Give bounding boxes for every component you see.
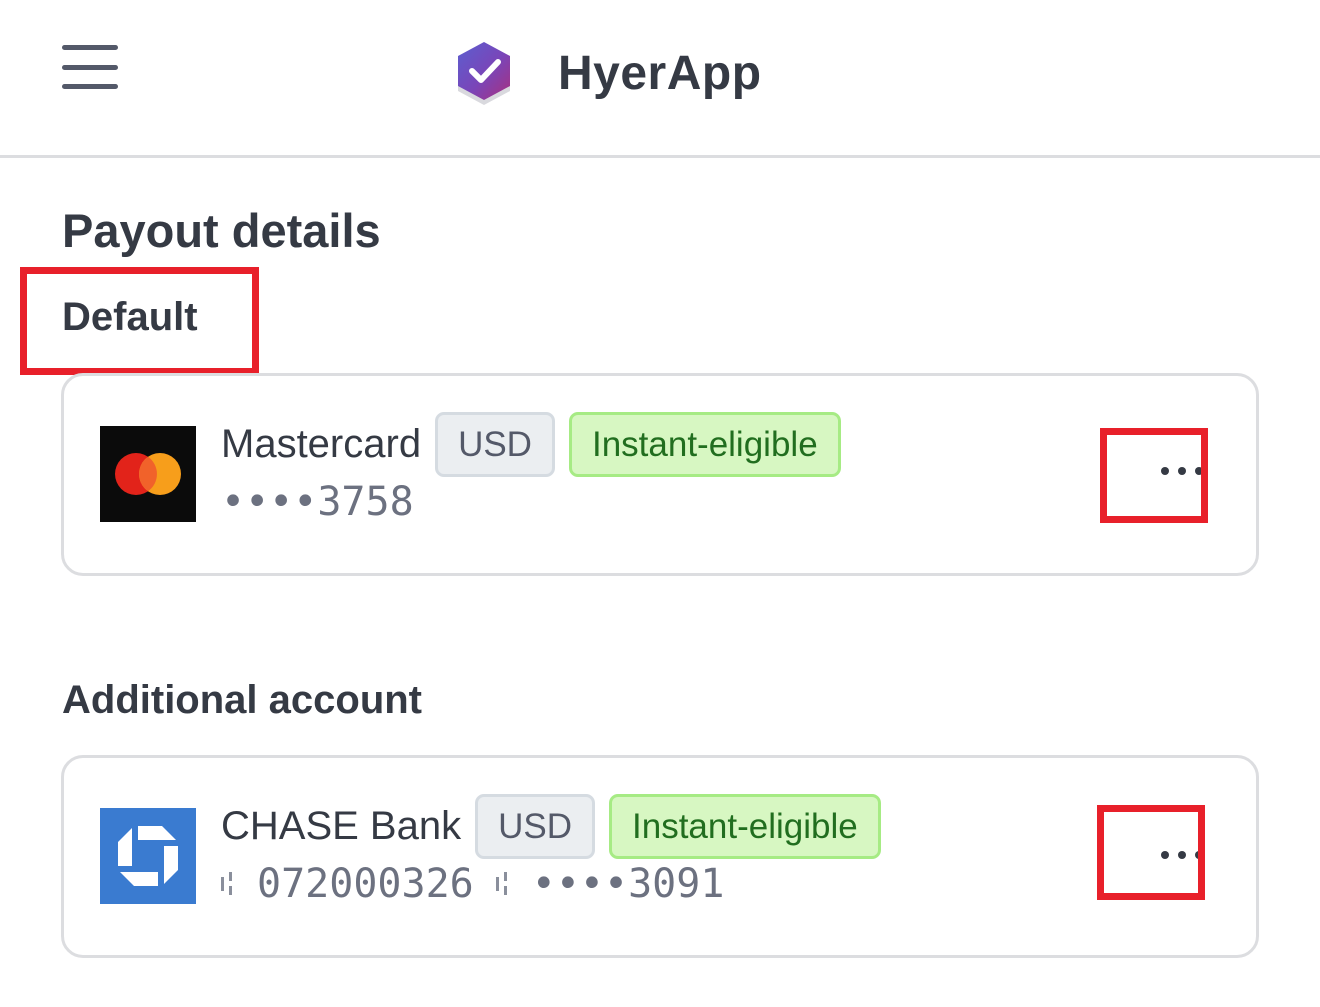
- section-label-additional: Additional account: [62, 678, 422, 722]
- app-name: HyerApp: [558, 46, 762, 100]
- menu-line: [62, 84, 118, 89]
- account-name: Mastercard: [221, 422, 422, 466]
- instant-eligible-badge: Instant-eligible: [609, 794, 881, 859]
- account-info: CHASE Bank USD Instant-eligible 07200032…: [221, 794, 881, 907]
- account-number-row: 072000326 ••••3091: [221, 861, 881, 907]
- mastercard-logo-icon: [100, 426, 196, 522]
- masked-account-number: ••••3091: [531, 861, 725, 907]
- routing-number: 072000326: [257, 861, 474, 907]
- top-navigation-bar: HyerApp: [0, 0, 1320, 158]
- page-title: Payout details: [62, 204, 381, 257]
- account-number-icon: [495, 872, 507, 895]
- account-title-row: CHASE Bank USD Instant-eligible: [221, 794, 881, 859]
- account-title-row: Mastercard USD Instant-eligible: [221, 412, 841, 477]
- payout-account-card-additional[interactable]: CHASE Bank USD Instant-eligible 07200032…: [61, 755, 1259, 958]
- menu-line: [62, 45, 118, 50]
- instant-eligible-badge: Instant-eligible: [568, 412, 841, 477]
- chase-bank-logo-icon: [100, 808, 196, 904]
- masked-card-number: ••••3758: [221, 479, 414, 525]
- routing-number-icon: [221, 872, 232, 895]
- account-number-row: ••••3758: [221, 479, 841, 525]
- account-info: Mastercard USD Instant-eligible ••••3758: [221, 412, 841, 525]
- brand[interactable]: HyerApp: [452, 38, 762, 108]
- highlight-box-more-button-additional: [1097, 805, 1205, 900]
- hamburger-menu-icon[interactable]: [58, 42, 122, 92]
- currency-badge: USD: [435, 412, 555, 477]
- menu-line: [62, 64, 118, 70]
- highlight-box-more-button-default: [1100, 428, 1208, 523]
- app-logo-icon: [458, 42, 510, 105]
- highlight-box-default-label: [20, 267, 259, 375]
- account-name: CHASE Bank: [221, 804, 462, 848]
- currency-badge: USD: [475, 794, 596, 859]
- payout-account-card-default[interactable]: Mastercard USD Instant-eligible ••••3758: [61, 373, 1259, 576]
